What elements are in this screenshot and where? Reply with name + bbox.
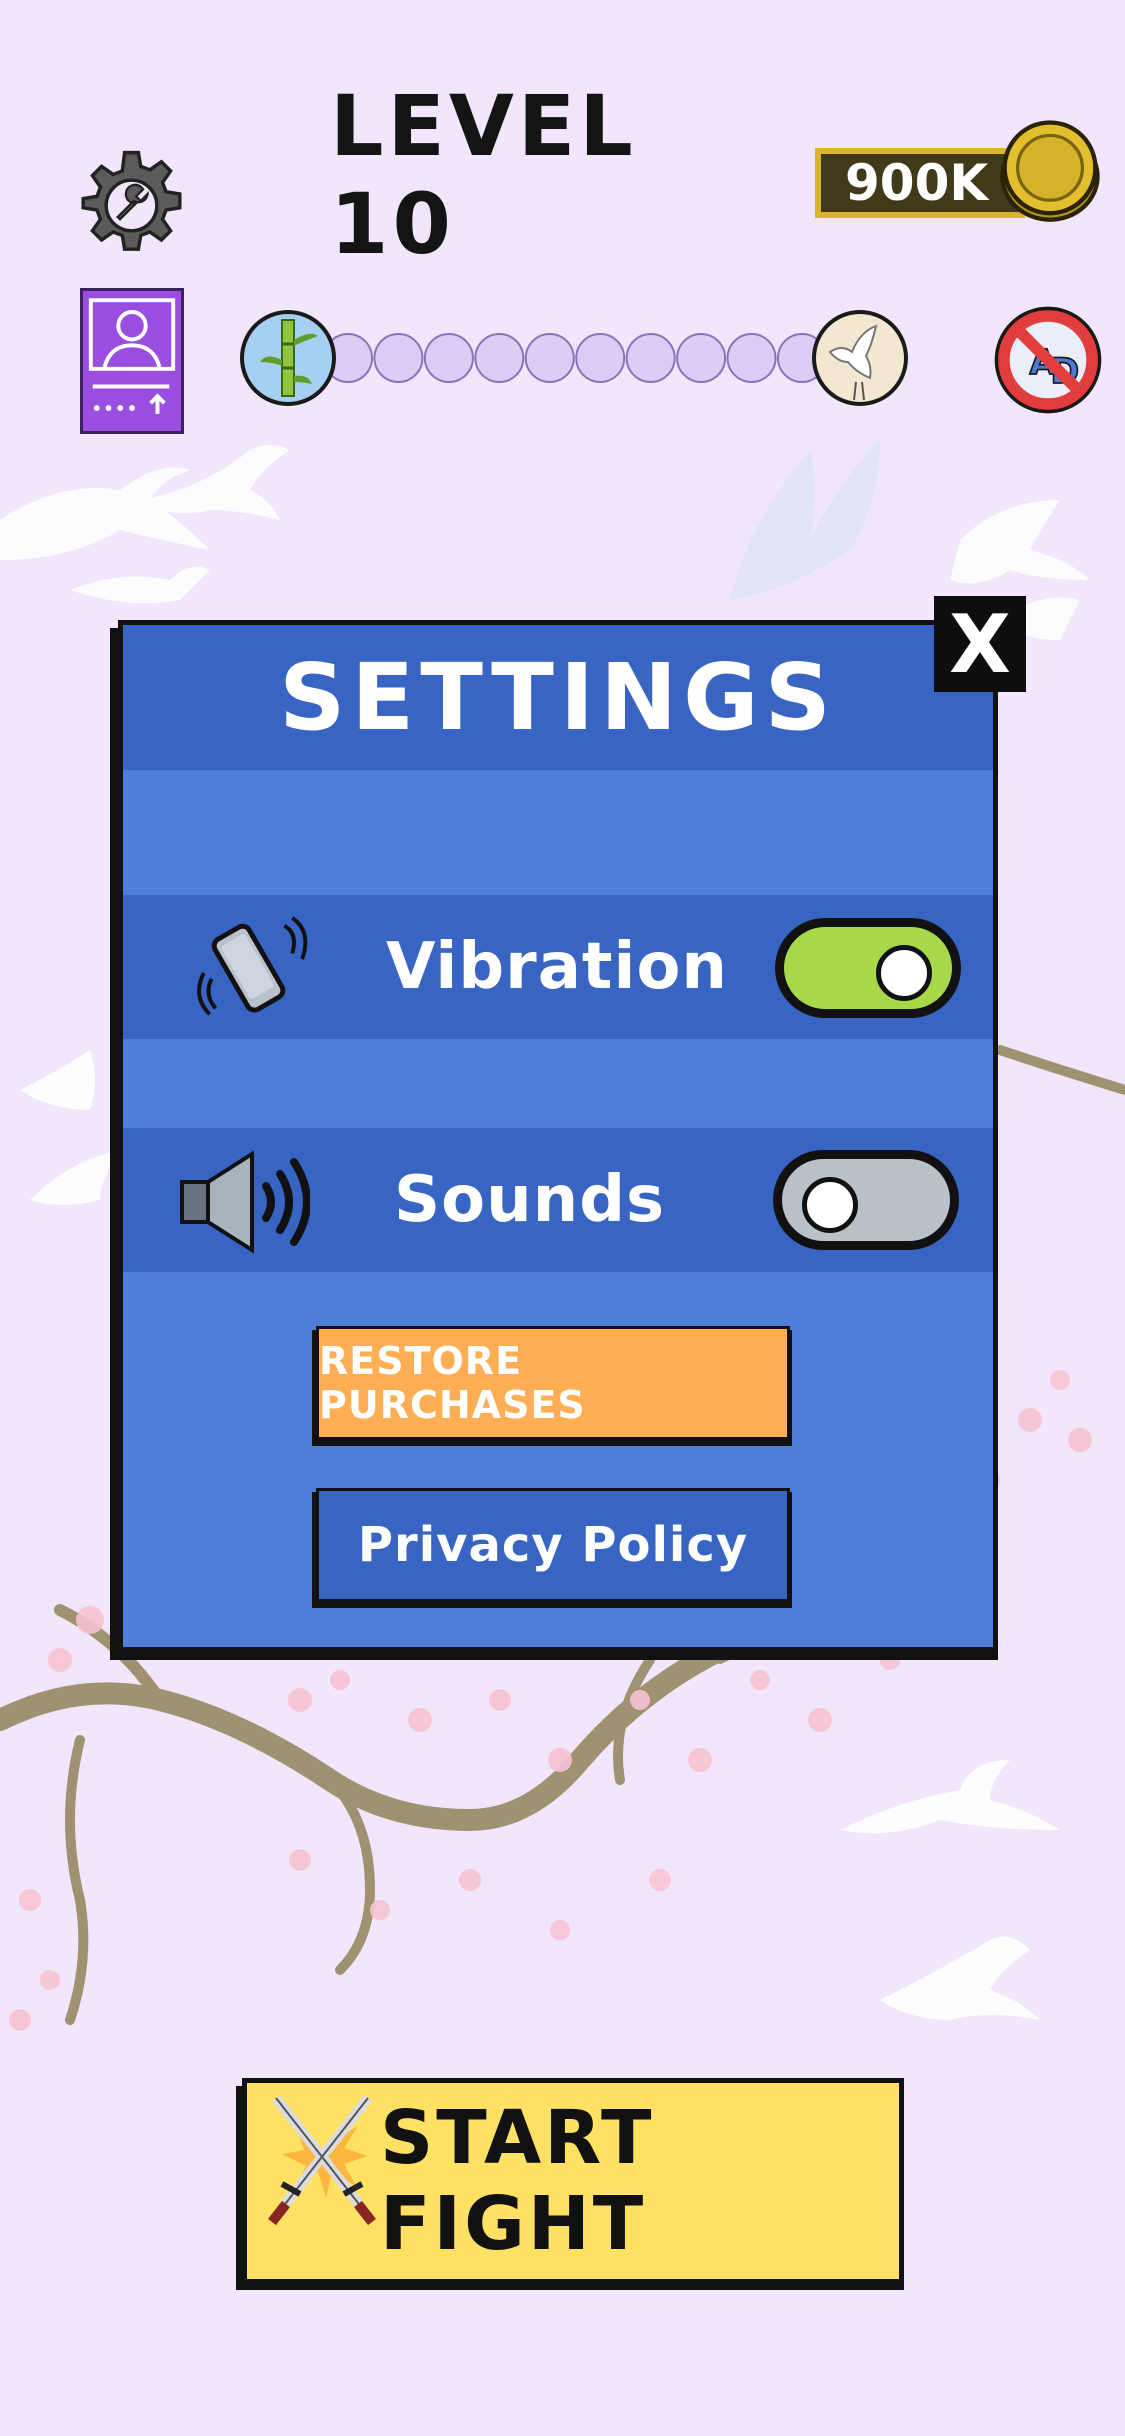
progress-dot	[423, 333, 474, 383]
crane-icon	[812, 310, 908, 406]
coin-balance: 900K	[815, 148, 1025, 218]
start-fight-label: START FIGHT	[380, 2095, 655, 2267]
level-title: LEVEL 10	[330, 77, 637, 273]
sounds-toggle[interactable]	[773, 1150, 959, 1250]
progress-dot	[726, 333, 777, 383]
progress-dots	[323, 333, 827, 383]
speaker-icon	[178, 1146, 311, 1258]
level-progress-track	[240, 310, 908, 406]
crossed-swords-icon	[262, 2088, 382, 2238]
settings-gear-icon[interactable]	[74, 148, 189, 263]
vibration-toggle[interactable]	[775, 918, 961, 1018]
profile-card-icon[interactable]	[80, 288, 184, 434]
progress-dot	[474, 333, 525, 383]
progress-dot	[676, 333, 727, 383]
restore-purchases-button[interactable]: RESTORE PURCHASES	[316, 1326, 790, 1440]
progress-dot	[373, 333, 424, 383]
toggle-knob	[802, 1177, 858, 1233]
progress-dot	[575, 333, 626, 383]
vibration-label: Vibration	[386, 930, 728, 1004]
progress-dot	[625, 333, 676, 383]
privacy-policy-button[interactable]: Privacy Policy	[316, 1488, 790, 1602]
progress-dot	[524, 333, 575, 383]
sounds-label: Sounds	[394, 1163, 666, 1237]
coin-icon	[996, 116, 1104, 224]
close-button[interactable]: X	[934, 596, 1026, 692]
vibrating-phone-icon	[190, 910, 308, 1028]
toggle-knob	[876, 945, 932, 1001]
modal-title: SETTINGS	[279, 644, 837, 751]
no-ads-icon[interactable]: A D	[990, 302, 1106, 418]
bamboo-icon	[240, 310, 336, 406]
